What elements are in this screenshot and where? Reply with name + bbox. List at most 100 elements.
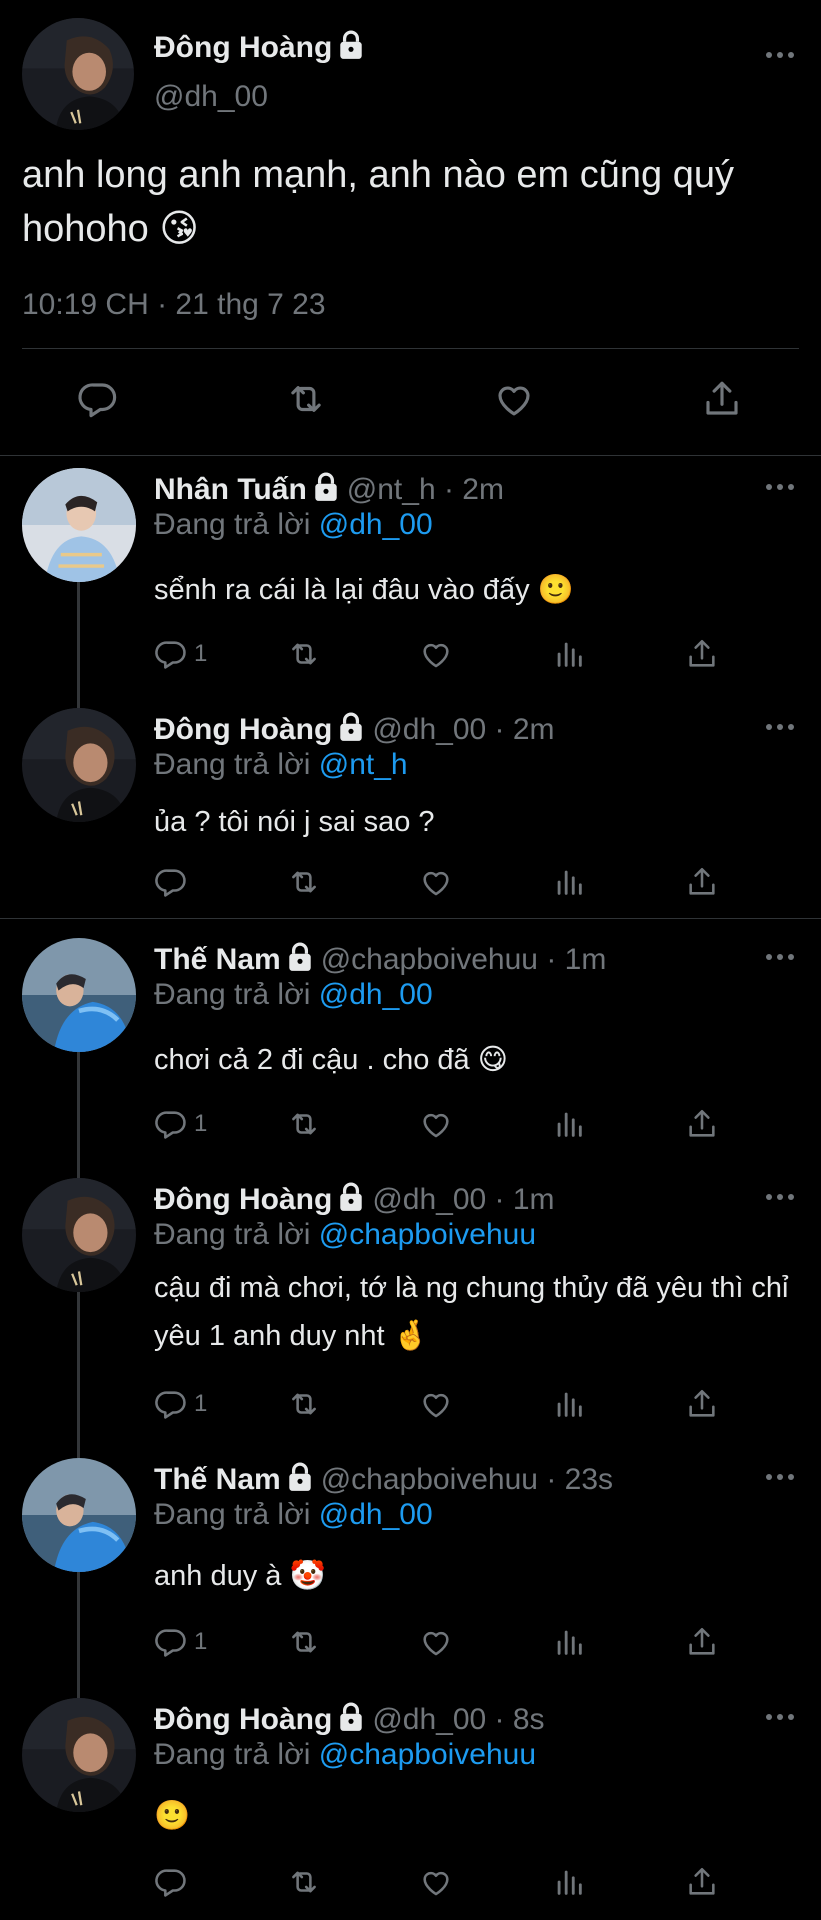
like-icon[interactable] (419, 1386, 453, 1422)
more-options-icon[interactable] (765, 952, 795, 962)
like-icon[interactable] (419, 1864, 453, 1900)
author-handle[interactable]: @chapboivehuu · 1m (321, 943, 607, 976)
more-options-icon[interactable] (765, 1472, 795, 1482)
avatar[interactable] (22, 1698, 136, 1812)
author-name[interactable]: Thế Nam (154, 943, 281, 976)
reply-tweet[interactable]: Thế Nam @chapboivehuu · 1m Đang trả lời @… (0, 938, 821, 1178)
reply-text: sểnh ra cái là lại đâu vào đấy 🙂 (154, 574, 574, 606)
author-name[interactable]: Đông Hoàng (154, 1183, 332, 1216)
reply-text: chơi cả 2 đi cậu . cho đã 😋 (154, 1044, 508, 1076)
avatar[interactable] (22, 1178, 136, 1292)
share-icon[interactable] (685, 1864, 719, 1900)
reply-button[interactable]: 1 (154, 1106, 207, 1142)
views-icon[interactable] (552, 636, 586, 672)
share-icon[interactable] (685, 1624, 719, 1660)
reply-icon (154, 1625, 188, 1659)
retweet-icon[interactable] (287, 636, 321, 672)
share-icon[interactable] (701, 378, 743, 420)
mention-link[interactable]: @chapboivehuu (319, 1218, 536, 1251)
reply-button[interactable]: 1 (154, 1624, 207, 1660)
reply-tweet[interactable]: Đông Hoàng @dh_00 · 1m Đang trả lời @chap… (0, 1178, 821, 1458)
divider (22, 348, 799, 349)
retweet-icon[interactable] (287, 1624, 321, 1660)
views-icon[interactable] (552, 1624, 586, 1660)
main-tweet: Đông Hoàng @dh_00 anh long anh mạnh, anh… (0, 0, 821, 456)
retweet-icon[interactable] (287, 1106, 321, 1142)
avatar[interactable] (22, 468, 136, 582)
avatar[interactable] (22, 938, 136, 1052)
reply-icon (154, 1865, 188, 1899)
like-icon[interactable] (419, 864, 453, 900)
share-icon[interactable] (685, 1106, 719, 1142)
reply-button[interactable] (154, 1864, 194, 1900)
views-icon[interactable] (552, 864, 586, 900)
replying-label: Đang trả lời (154, 508, 319, 541)
reply-button[interactable] (154, 864, 194, 900)
views-icon[interactable] (552, 1864, 586, 1900)
author-name[interactable]: Đông Hoàng (154, 1703, 332, 1736)
lock-icon (338, 30, 364, 60)
reply-text: cậu đi mà chơi, tớ là ng chung thủy đã y… (154, 1272, 789, 1352)
tweet-timestamp[interactable]: 10:19 CH · 21 thg 7 23 (22, 288, 326, 322)
reply-actions: 1 (154, 636, 821, 676)
replying-label: Đang trả lời (154, 748, 319, 781)
mention-link[interactable]: @dh_00 (319, 978, 433, 1011)
author-handle[interactable]: @dh_00 · 2m (372, 713, 554, 746)
avatar[interactable] (22, 18, 134, 130)
reply-tweet[interactable]: Nhân Tuấn @nt_h · 2m Đang trả lời @dh_00 … (0, 468, 821, 708)
replying-label: Đang trả lời (154, 978, 319, 1011)
replying-to: Đang trả lời @chapboivehuu (154, 1218, 536, 1252)
share-icon[interactable] (685, 864, 719, 900)
reply-text: anh duy à 🤡 (154, 1560, 326, 1592)
more-options-icon[interactable] (765, 1192, 795, 1202)
author-handle[interactable]: @dh_00 · 8s (372, 1703, 544, 1736)
mention-link[interactable]: @dh_00 (319, 508, 433, 541)
reply-count: 1 (194, 640, 208, 667)
author-name[interactable]: Đông Hoàng (154, 31, 332, 64)
author-name[interactable]: Nhân Tuấn (154, 473, 307, 506)
like-icon[interactable] (419, 1106, 453, 1142)
reply-actions: 1 (154, 1624, 821, 1664)
reply-tweet[interactable]: Đông Hoàng @dh_00 · 2m Đang trả lời @nt_h… (0, 708, 821, 916)
reply-icon (154, 1387, 188, 1421)
reply-button[interactable]: 1 (154, 636, 207, 672)
author-handle[interactable]: @dh_00 · 1m (372, 1183, 554, 1216)
replying-to: Đang trả lời @dh_00 (154, 1498, 433, 1532)
like-icon[interactable] (419, 636, 453, 672)
retweet-icon[interactable] (285, 378, 327, 420)
mention-link[interactable]: @dh_00 (319, 1498, 433, 1531)
retweet-icon[interactable] (287, 864, 321, 900)
share-icon[interactable] (685, 1386, 719, 1422)
retweet-icon[interactable] (287, 1386, 321, 1422)
avatar[interactable] (22, 1458, 136, 1572)
reply-tweet[interactable]: Thế Nam @chapboivehuu · 23s Đang trả lời … (0, 1458, 821, 1698)
lock-icon (338, 1702, 364, 1732)
reply-actions: 1 (154, 1106, 821, 1146)
more-options-icon[interactable] (765, 1712, 795, 1722)
replying-label: Đang trả lời (154, 1498, 319, 1531)
views-icon[interactable] (552, 1386, 586, 1422)
avatar[interactable] (22, 708, 136, 822)
more-options-icon[interactable] (765, 50, 795, 60)
mention-link[interactable]: @chapboivehuu (319, 1738, 536, 1771)
more-options-icon[interactable] (765, 482, 795, 492)
author-handle[interactable]: @nt_h · 2m (347, 473, 504, 506)
reply-icon (154, 865, 188, 899)
author-name[interactable]: Đông Hoàng (154, 713, 332, 746)
share-icon[interactable] (685, 636, 719, 672)
author-handle[interactable]: @dh_00 (154, 80, 268, 114)
more-options-icon[interactable] (765, 722, 795, 732)
retweet-icon[interactable] (287, 1864, 321, 1900)
author-handle[interactable]: @chapboivehuu · 23s (321, 1463, 613, 1496)
tweet-text: anh long anh mạnh, anh nào em cũng quý h… (22, 154, 734, 250)
views-icon[interactable] (552, 1106, 586, 1142)
like-icon[interactable] (419, 1624, 453, 1660)
mention-link[interactable]: @nt_h (319, 748, 408, 781)
author-name[interactable]: Thế Nam (154, 1463, 281, 1496)
lock-icon (287, 942, 313, 972)
like-icon[interactable] (493, 378, 535, 420)
lock-icon (338, 1182, 364, 1212)
reply-tweet[interactable]: Đông Hoàng @dh_00 · 8s Đang trả lời @chap… (0, 1698, 821, 1920)
reply-icon[interactable] (77, 378, 119, 420)
reply-button[interactable]: 1 (154, 1386, 207, 1422)
